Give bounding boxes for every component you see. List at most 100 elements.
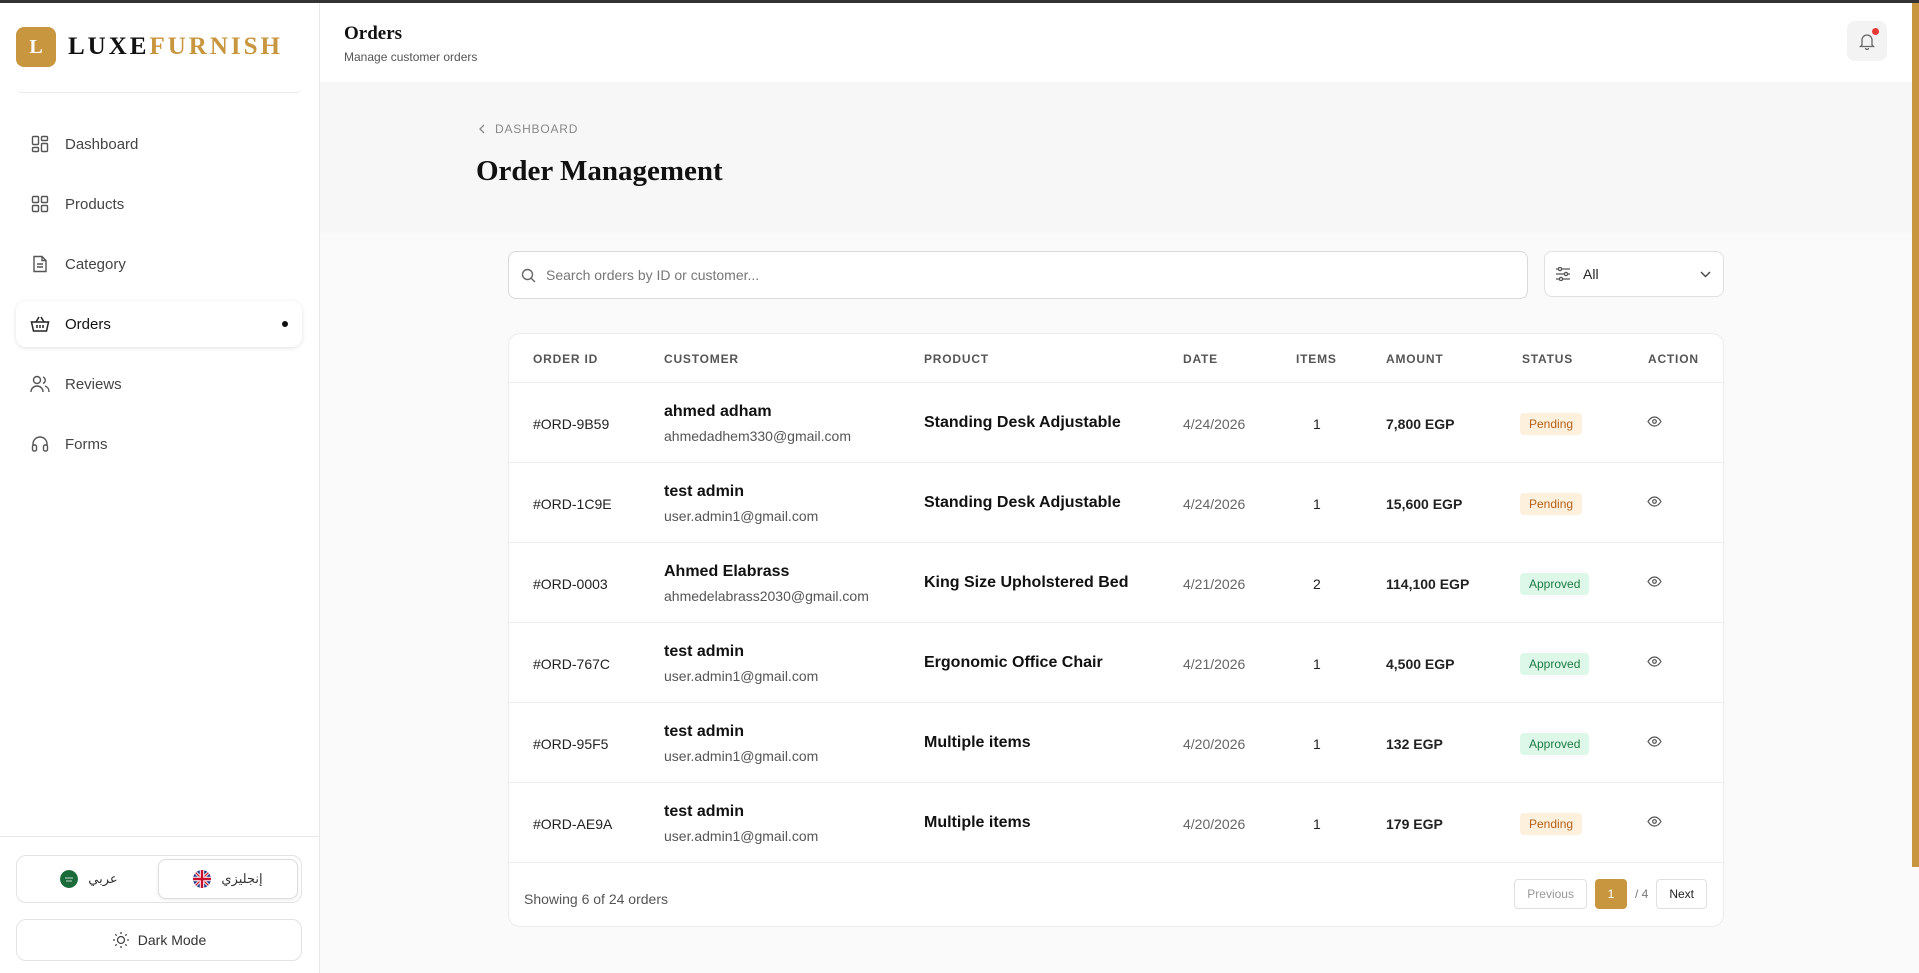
view-order-button[interactable] (1647, 414, 1662, 430)
current-page-button[interactable]: 1 (1594, 879, 1627, 909)
view-order-button[interactable] (1647, 814, 1662, 830)
sun-icon (112, 932, 129, 948)
column-header-customer: CUSTOMER (664, 352, 739, 366)
sidebar-item-dashboard[interactable]: Dashboard (16, 121, 302, 167)
search-icon (521, 268, 536, 282)
item-count: 1 (1313, 496, 1321, 512)
status-filter-select[interactable]: All (1544, 251, 1724, 297)
breadcrumb[interactable]: DASHBOARD (478, 122, 578, 136)
customer-email: user.admin1@gmail.com (664, 828, 819, 844)
brand-divider (16, 87, 302, 93)
order-date: 4/20/2026 (1183, 736, 1246, 752)
customer-name: test admin (664, 483, 745, 500)
dashboard-icon (30, 134, 50, 154)
breadcrumb-label: DASHBOARD (495, 122, 579, 136)
users-icon (30, 374, 50, 394)
item-count: 1 (1313, 656, 1321, 672)
column-header-product: PRODUCT (924, 352, 989, 366)
language-arabic-label: عربي (88, 871, 118, 886)
order-id: #ORD-95F5 (533, 736, 609, 752)
eye-icon (1647, 576, 1662, 587)
view-order-button[interactable] (1647, 654, 1662, 670)
sidebar-item-label: Reviews (65, 375, 122, 393)
order-amount: 4,500 EGP (1386, 656, 1455, 672)
table-row[interactable]: #ORD-95F5 test admin user.admin1@gmail.c… (509, 703, 1723, 783)
order-date: 4/24/2026 (1183, 416, 1246, 432)
sidebar: L LUXEFURNISH Dashboard Products Categor… (0, 3, 320, 973)
sidebar-item-forms[interactable]: Forms (16, 421, 302, 467)
column-header-amount: AMOUNT (1386, 352, 1444, 366)
bell-icon (1859, 34, 1875, 50)
dark-mode-button[interactable]: Dark Mode (16, 919, 302, 961)
eye-icon (1647, 656, 1662, 667)
column-header-action: ACTION (1648, 352, 1699, 366)
basket-icon (30, 314, 50, 334)
item-count: 1 (1313, 816, 1321, 832)
results-count: Showing 6 of 24 orders (524, 891, 668, 907)
table-row[interactable]: #ORD-767C test admin user.admin1@gmail.c… (509, 623, 1723, 703)
total-pages: / 4 (1634, 887, 1649, 901)
sidebar-item-reviews[interactable]: Reviews (16, 361, 302, 407)
customer-name: test admin (664, 803, 745, 820)
filter-value: All (1583, 266, 1599, 282)
customer-name: test admin (664, 643, 745, 660)
notifications-button[interactable] (1847, 21, 1887, 61)
column-header-status: STATUS (1522, 352, 1574, 366)
page-hero: DASHBOARD Order Management (320, 82, 1919, 233)
order-amount: 7,800 EGP (1386, 416, 1455, 432)
view-order-button[interactable] (1647, 734, 1662, 750)
sidebar-item-label: Dashboard (65, 135, 139, 153)
language-arabic-button[interactable]: عربي (20, 859, 158, 899)
language-english-label: إنجليزي (221, 871, 263, 886)
search-input[interactable] (546, 267, 1446, 283)
item-count: 1 (1313, 416, 1321, 432)
header-title: Orders (344, 23, 403, 44)
table-row[interactable]: #ORD-1C9E test admin user.admin1@gmail.c… (509, 463, 1723, 543)
language-english-button[interactable]: إنجليزي (158, 859, 298, 899)
brand-mark: L (16, 27, 56, 67)
sidebar-item-category[interactable]: Category (16, 241, 302, 287)
table-row[interactable]: #ORD-AE9A test admin user.admin1@gmail.c… (509, 783, 1723, 863)
grid-icon (30, 194, 50, 214)
page-scrollbar[interactable] (1912, 3, 1919, 867)
order-date: 4/24/2026 (1183, 496, 1246, 512)
table-row[interactable]: #ORD-9B59 ahmed adham ahmedadhem330@gmai… (509, 383, 1723, 463)
customer-email: user.admin1@gmail.com (664, 668, 819, 684)
eye-icon (1647, 816, 1662, 827)
customer-name: ahmed adham (664, 403, 772, 420)
item-count: 2 (1313, 576, 1321, 592)
column-header-items: ITEMS (1296, 352, 1337, 366)
next-page-button[interactable]: Next (1656, 879, 1707, 909)
chevron-left-icon (479, 124, 485, 134)
brand-name-luxe: LUXE (68, 33, 150, 60)
table-header: ORDER ID CUSTOMER PRODUCT DATE ITEMS AMO… (509, 334, 1723, 383)
sidebar-item-label: Category (65, 255, 126, 273)
eye-icon (1647, 416, 1662, 427)
table-row[interactable]: #ORD-0003 Ahmed Elabrass ahmedelabrass20… (509, 543, 1723, 623)
sidebar-item-products[interactable]: Products (16, 181, 302, 227)
order-id: #ORD-9B59 (533, 416, 610, 432)
sliders-icon (1556, 267, 1570, 281)
status-badge: Pending (1520, 493, 1583, 515)
product-name: Ergonomic Office Chair (924, 654, 1103, 671)
customer-email: ahmedadhem330@gmail.com (664, 428, 851, 444)
item-count: 1 (1313, 736, 1321, 752)
customer-email: user.admin1@gmail.com (664, 508, 819, 524)
brand-logo[interactable]: L LUXEFURNISH (16, 27, 283, 67)
column-header-order-id: ORDER ID (533, 352, 599, 366)
brand-name-furnish: FURNISH (149, 33, 283, 60)
order-date: 4/20/2026 (1183, 816, 1246, 832)
sidebar-nav: Dashboard Products Category Orders Revie… (16, 121, 302, 481)
sidebar-item-orders[interactable]: Orders (16, 301, 302, 347)
view-order-button[interactable] (1647, 574, 1662, 590)
order-id: #ORD-1C9E (533, 496, 612, 512)
view-order-button[interactable] (1647, 494, 1662, 510)
previous-page-button[interactable]: Previous (1514, 879, 1587, 909)
order-amount: 15,600 EGP (1386, 496, 1463, 512)
top-header: Orders Manage customer orders (320, 3, 1919, 82)
dark-mode-label: Dark Mode (137, 932, 207, 948)
page-title: Order Management (476, 155, 723, 187)
orders-table: ORDER ID CUSTOMER PRODUCT DATE ITEMS AMO… (508, 333, 1724, 927)
pagination: Previous 1 / 4 Next (1514, 879, 1707, 909)
product-name: King Size Upholstered Bed (924, 574, 1129, 591)
